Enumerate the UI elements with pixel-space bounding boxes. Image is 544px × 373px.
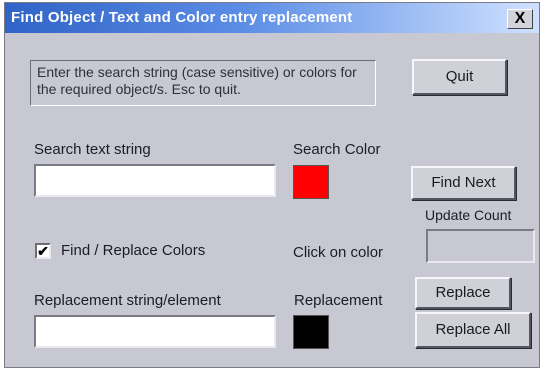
find-next-button[interactable]: Find Next <box>411 166 516 200</box>
find-replace-dialog: Find Object / Text and Color entry repla… <box>4 2 540 368</box>
window-title: Find Object / Text and Color entry repla… <box>11 9 353 26</box>
replacement-text-label: Replacement string/element <box>34 292 221 309</box>
find-replace-colors-checkbox[interactable]: ✔ <box>35 243 51 259</box>
update-count-label: Update Count <box>425 207 512 223</box>
instructions-text: Enter the search string (case sensitive)… <box>30 60 376 106</box>
search-color-swatch[interactable] <box>293 165 329 199</box>
replacement-text-input[interactable] <box>34 315 276 348</box>
search-text-label: Search text string <box>34 141 151 158</box>
replacement-color-label: Replacement <box>294 292 383 309</box>
close-button[interactable]: X <box>507 9 533 29</box>
search-text-input[interactable] <box>34 164 276 197</box>
replacement-color-swatch[interactable] <box>293 315 329 349</box>
quit-button[interactable]: Quit <box>412 59 507 95</box>
search-color-label: Search Color <box>293 141 381 158</box>
title-bar[interactable]: Find Object / Text and Color entry repla… <box>5 3 539 33</box>
replace-button[interactable]: Replace <box>415 277 511 309</box>
update-count-field <box>426 229 535 263</box>
replace-all-button[interactable]: Replace All <box>415 312 531 348</box>
click-on-color-hint: Click on color <box>293 244 384 261</box>
find-replace-colors-label[interactable]: Find / Replace Colors <box>61 242 205 259</box>
